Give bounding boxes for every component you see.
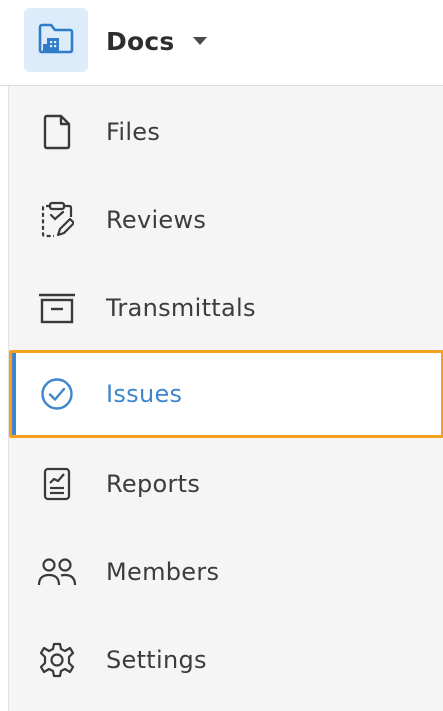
app-window: Docs Files Reviews Transmittals Issues R… [0, 0, 443, 711]
gear-icon [36, 639, 78, 681]
report-icon [36, 463, 78, 505]
sidebar-item-files[interactable]: Files [9, 88, 443, 176]
check-circle-icon [36, 373, 78, 415]
sidebar-item-label: Files [106, 118, 161, 146]
sidebar-item-issues[interactable]: Issues [9, 350, 443, 438]
file-icon [36, 111, 78, 153]
module-switcher[interactable]: Docs [106, 24, 208, 58]
sidebar-item-label: Members [106, 558, 220, 586]
sidebar-item-reports[interactable]: Reports [9, 440, 443, 528]
active-indicator [12, 353, 16, 435]
caret-down-icon [192, 36, 208, 46]
sidebar-item-transmittals[interactable]: Transmittals [9, 264, 443, 352]
sidebar-item-label: Reports [106, 470, 201, 498]
folder-building-icon [36, 20, 76, 60]
sidebar-item-label: Settings [106, 646, 207, 674]
clipboard-review-icon [36, 199, 78, 241]
sidebar-item-label: Reviews [106, 206, 207, 234]
sidebar-item-label: Issues [106, 380, 183, 408]
sidebar-item-members[interactable]: Members [9, 528, 443, 616]
sidebar-item-settings[interactable]: Settings [9, 616, 443, 704]
sidebar-item-reviews[interactable]: Reviews [9, 176, 443, 264]
sidebar-item-label: Transmittals [106, 294, 256, 322]
members-icon [36, 551, 78, 593]
header: Docs [0, 0, 443, 86]
module-badge[interactable] [24, 8, 88, 72]
module-title: Docs [106, 26, 175, 56]
archive-tray-icon [36, 287, 78, 329]
sidebar: Files Reviews Transmittals Issues Report… [8, 86, 443, 711]
